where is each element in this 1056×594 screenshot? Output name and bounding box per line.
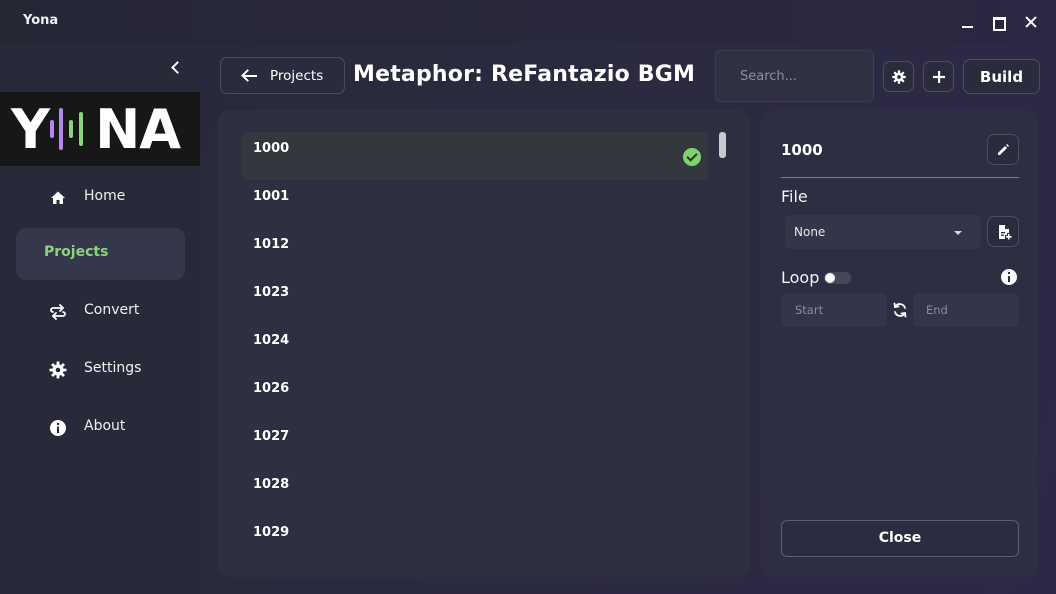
list-item[interactable]: 1028 [242,468,708,516]
info-icon[interactable] [1001,269,1017,285]
convert-icon [48,302,68,322]
back-button-label: Projects [270,68,324,84]
minimize-icon[interactable] [956,10,980,34]
logo-wave-icon [49,106,95,150]
detail-title: 1000 [781,141,823,159]
track-list: 1000 1001 1012 1023 1024 1026 1027 1028 … [217,110,751,577]
sidebar-item-home[interactable]: Home [16,172,185,224]
list-item[interactable]: 1012 [242,228,708,276]
plus-icon [932,70,946,84]
search-input[interactable] [715,50,874,102]
sidebar-item-convert[interactable]: Convert [16,286,185,338]
sidebar-item-label: About [84,418,126,434]
sidebar: Y NA Home Projects Convert Settings Abou… [0,44,200,594]
title-bar: Yona [0,0,1056,44]
sidebar-item-label: Settings [84,360,142,376]
sidebar-item-settings[interactable]: Settings [16,344,185,396]
list-item-label: 1028 [253,477,290,492]
list-item-label: 1023 [253,285,290,300]
list-item-label: 1027 [253,429,290,444]
list-item[interactable]: 1001 [242,180,708,228]
home-icon [48,188,68,208]
list-item[interactable]: 1000 [242,132,708,180]
list-item-label: 1024 [253,333,290,348]
refresh-icon[interactable] [891,301,909,319]
loop-label: Loop [781,268,820,287]
pencil-icon [996,143,1010,157]
loop-toggle[interactable] [824,272,851,284]
project-title: Metaphor: ReFantazio BGM (… [353,62,703,87]
track-detail-panel: 1000 File None Loop Start End Close [761,110,1038,577]
sidebar-item-label: Convert [84,302,140,318]
list-item[interactable]: 1029 [242,516,708,564]
sidebar-item-projects[interactable]: Projects [16,228,185,280]
build-button-label: Build [979,68,1024,86]
list-item-label: 1026 [253,381,290,396]
loop-start-input[interactable] [782,293,887,327]
edit-button[interactable] [987,134,1019,165]
list-item[interactable]: 1027 [242,420,708,468]
gear-icon [891,69,907,85]
close-button[interactable]: Close [781,520,1019,557]
back-to-projects-button[interactable]: Projects [220,57,345,94]
list-item[interactable]: 1023 [242,276,708,324]
close-icon[interactable] [1019,10,1043,34]
logo: Y NA [0,92,200,166]
sidebar-item-label: Projects [44,244,109,260]
logo-text-right: NA [95,98,181,161]
maximize-icon[interactable] [987,10,1011,34]
add-button[interactable] [923,61,954,92]
list-item-label: 1001 [253,189,290,204]
close-button-label: Close [878,530,922,546]
sidebar-item-label: Home [84,188,126,204]
file-select[interactable]: None [785,215,981,249]
list-scrollbar[interactable] [719,132,726,158]
project-settings-button[interactable] [883,61,914,92]
gear-icon [48,360,68,380]
arrow-left-icon [243,75,257,77]
list-item[interactable]: 1024 [242,324,708,372]
file-select-value: None [794,225,826,239]
file-label: File [781,187,808,206]
check-circle-icon [683,148,701,166]
list-item-label: 1012 [253,237,290,252]
caret-down-icon [954,231,962,235]
sidebar-item-about[interactable]: About [16,402,185,454]
build-button[interactable]: Build [963,59,1040,94]
add-file-button[interactable] [987,216,1019,247]
chevron-left-icon[interactable] [164,58,188,78]
list-item[interactable]: 1026 [242,372,708,420]
info-icon [48,418,68,438]
list-item-label: 1029 [253,525,290,540]
divider [781,177,1019,178]
list-item-label: 1000 [253,141,290,156]
file-add-icon [996,224,1012,240]
logo-text-left: Y [11,98,50,161]
app-title: Yona [23,13,59,28]
loop-end-input[interactable] [913,293,1018,327]
